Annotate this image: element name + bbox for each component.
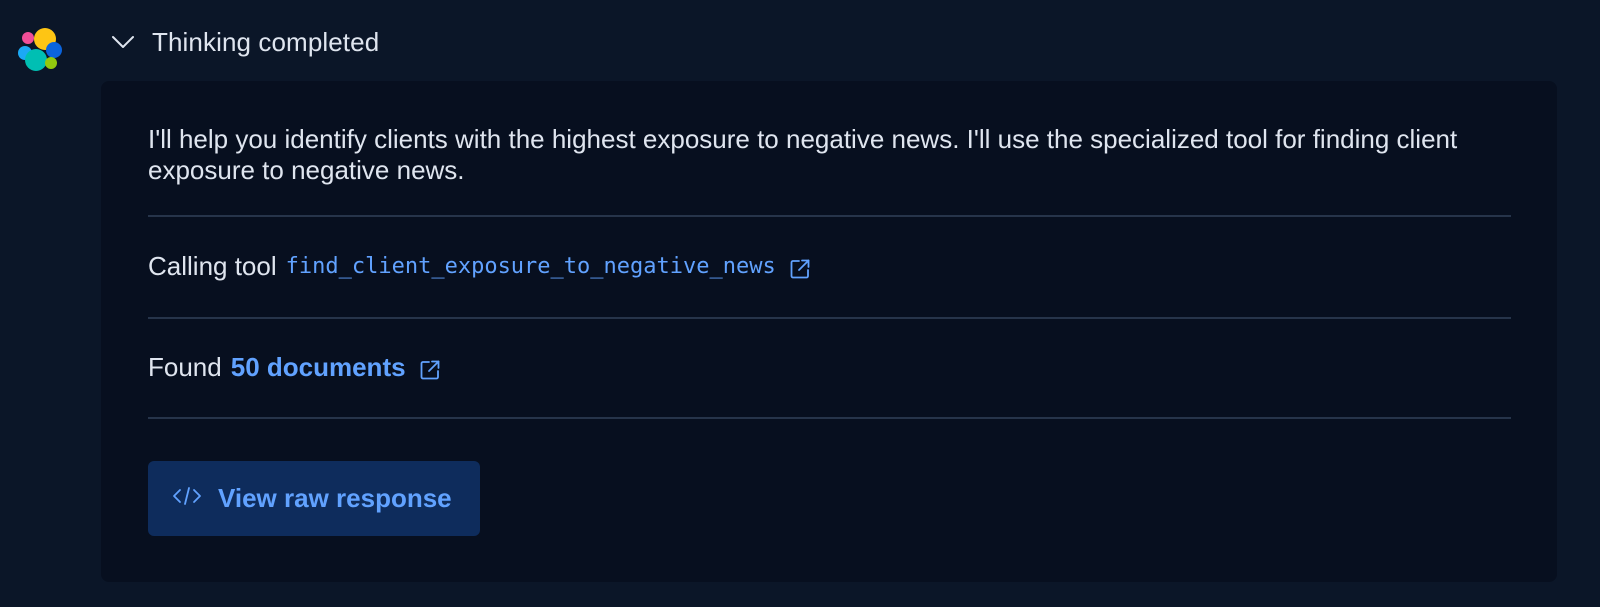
tool-call-prefix: Calling tool: [148, 251, 277, 281]
divider: [148, 417, 1511, 419]
elastic-logo-icon: [16, 26, 64, 74]
thinking-title: Thinking completed: [152, 26, 380, 57]
divider: [148, 317, 1511, 319]
chevron-down-icon: [108, 27, 138, 57]
tool-call-row: Calling tool find_client_exposure_to_neg…: [148, 251, 811, 282]
view-raw-response-button[interactable]: View raw response: [148, 461, 480, 536]
external-link-icon[interactable]: [789, 256, 811, 278]
result-prefix: Found: [148, 352, 222, 382]
intro-text: I'll help you identify clients with the …: [148, 124, 1458, 185]
chat-message: Thinking completed I'll help you identif…: [0, 0, 1600, 607]
thinking-panel: I'll help you identify clients with the …: [101, 81, 1557, 582]
result-row: Found 50 documents: [148, 352, 441, 383]
thinking-toggle[interactable]: Thinking completed: [108, 24, 379, 60]
external-link-icon[interactable]: [419, 357, 441, 379]
divider: [148, 215, 1511, 217]
tool-name-link[interactable]: find_client_exposure_to_negative_news: [286, 254, 776, 279]
documents-link[interactable]: 50 documents: [231, 352, 406, 383]
view-raw-response-label: View raw response: [218, 483, 452, 513]
code-icon: [172, 484, 202, 513]
